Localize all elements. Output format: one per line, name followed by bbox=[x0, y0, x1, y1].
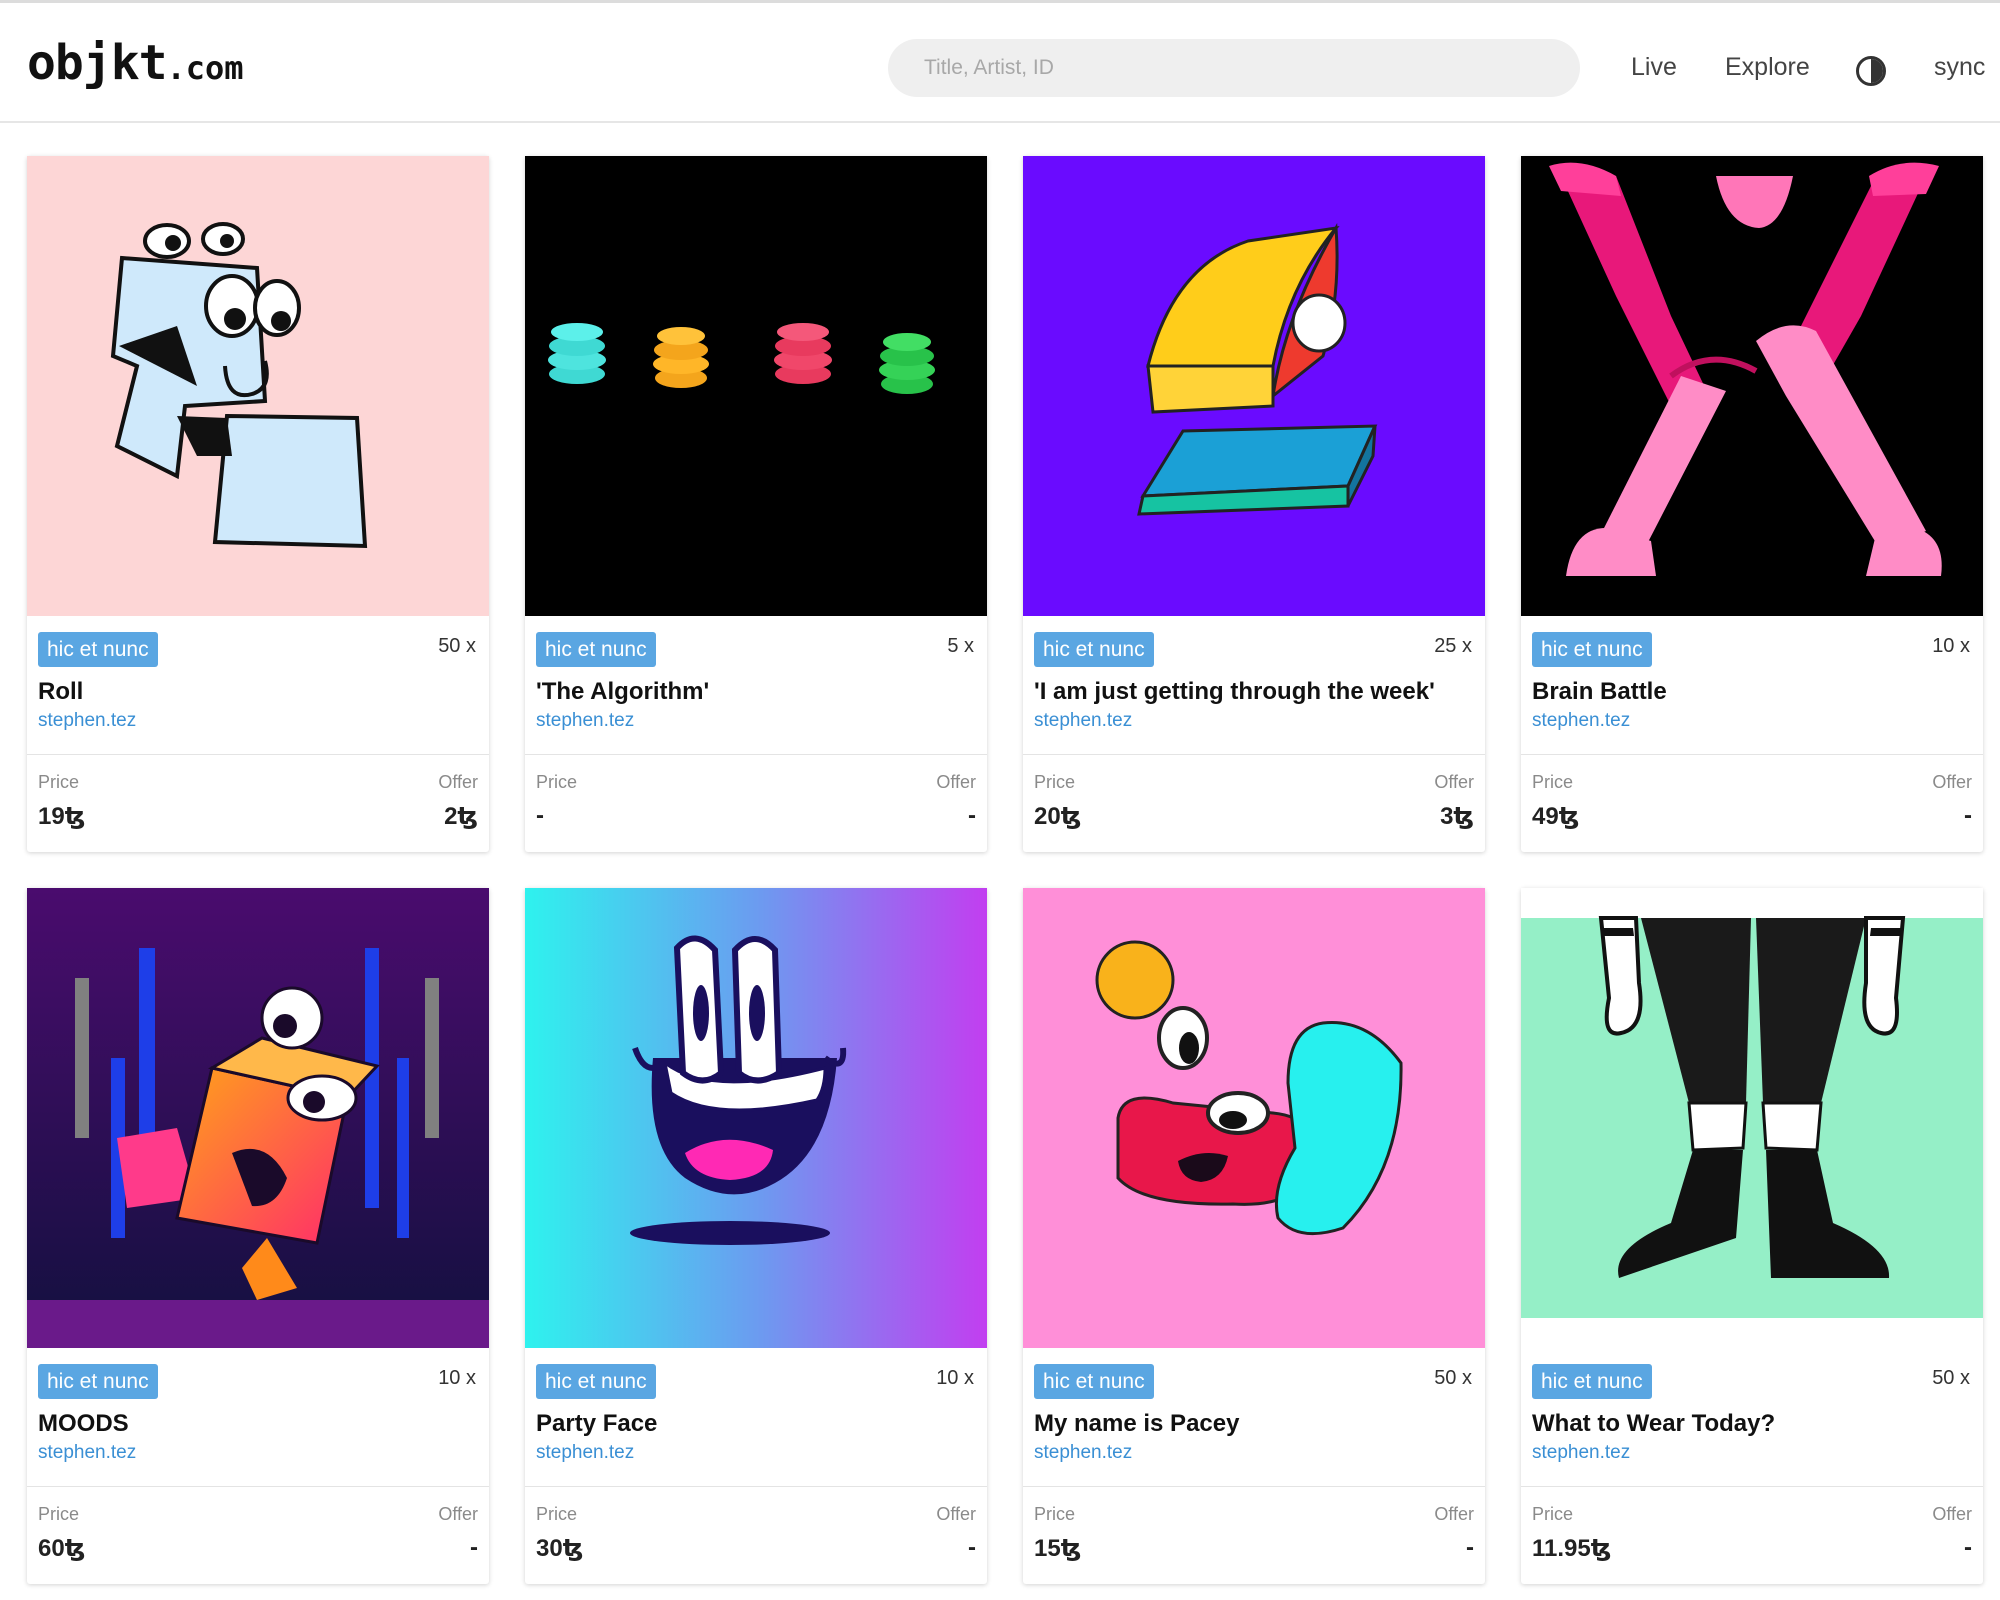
artwork-card[interactable]: hic et nunc 10 x Brain Battle stephen.te… bbox=[1521, 156, 1983, 852]
artwork-title[interactable]: 'I am just getting through the week' bbox=[1034, 678, 1435, 706]
card-divider bbox=[1023, 1486, 1485, 1487]
editions-count: 50 x bbox=[1932, 1367, 1970, 1389]
offer-label: Offer bbox=[1434, 1504, 1474, 1524]
editions-count: 10 x bbox=[1932, 635, 1970, 657]
offer-label: Offer bbox=[936, 1504, 976, 1524]
artwork-card[interactable]: hic et nunc 5 x 'The Algorithm' stephen.… bbox=[525, 156, 987, 852]
artist-link[interactable]: stephen.tez bbox=[1532, 1442, 1630, 1464]
site-header: objkt.com Live Explore sync bbox=[0, 3, 2000, 123]
platform-badge[interactable]: hic et nunc bbox=[1034, 1364, 1154, 1399]
artwork-thumbnail[interactable] bbox=[27, 888, 489, 1348]
artwork-card[interactable]: hic et nunc 10 x Party Face stephen.tez … bbox=[525, 888, 987, 1584]
price-value: 19ꜩ bbox=[38, 803, 86, 830]
artwork-title[interactable]: Party Face bbox=[536, 1410, 657, 1438]
offer-label: Offer bbox=[1932, 772, 1972, 792]
artwork-thumbnail[interactable] bbox=[1023, 156, 1485, 616]
card-divider bbox=[27, 754, 489, 755]
logo-suffix: .com bbox=[166, 49, 244, 87]
artwork-thumbnail[interactable] bbox=[1521, 888, 1983, 1348]
artist-link[interactable]: stephen.tez bbox=[1532, 710, 1630, 732]
artist-link[interactable]: stephen.tez bbox=[536, 710, 634, 732]
price-label: Price bbox=[38, 1504, 80, 1524]
search-input[interactable] bbox=[888, 39, 1580, 97]
artwork-thumbnail[interactable] bbox=[525, 156, 987, 616]
price-value: - bbox=[536, 802, 544, 829]
offer-value: 2ꜩ bbox=[444, 803, 478, 830]
artwork-title[interactable]: My name is Pacey bbox=[1034, 1410, 1239, 1438]
offer-label: Offer bbox=[438, 1504, 478, 1524]
offer-value: - bbox=[1964, 1534, 1972, 1561]
offer-value: - bbox=[470, 1534, 478, 1561]
offer-value: - bbox=[968, 1534, 976, 1561]
site-logo[interactable]: objkt.com bbox=[27, 35, 244, 91]
artwork-title[interactable]: 'The Algorithm' bbox=[536, 678, 709, 706]
card-divider bbox=[1521, 1486, 1983, 1487]
artwork-thumbnail[interactable] bbox=[525, 888, 987, 1348]
artwork-card[interactable]: hic et nunc 50 x Roll stephen.tez Price … bbox=[27, 156, 489, 852]
logo-main: objkt bbox=[27, 35, 167, 91]
artwork-card[interactable]: hic et nunc 10 x MOODS stephen.tez Price… bbox=[27, 888, 489, 1584]
platform-badge[interactable]: hic et nunc bbox=[1532, 1364, 1652, 1399]
platform-badge[interactable]: hic et nunc bbox=[38, 632, 158, 667]
offer-label: Offer bbox=[1434, 772, 1474, 792]
artist-link[interactable]: stephen.tez bbox=[1034, 710, 1132, 732]
price-value: 11.95ꜩ bbox=[1532, 1535, 1612, 1562]
artist-link[interactable]: stephen.tez bbox=[38, 1442, 136, 1464]
artwork-thumbnail[interactable] bbox=[27, 156, 489, 616]
artwork-title[interactable]: MOODS bbox=[38, 1410, 129, 1438]
artist-link[interactable]: stephen.tez bbox=[536, 1442, 634, 1464]
price-value: 15ꜩ bbox=[1034, 1535, 1082, 1562]
price-label: Price bbox=[1034, 772, 1076, 792]
offer-label: Offer bbox=[1932, 1504, 1972, 1524]
card-divider bbox=[525, 754, 987, 755]
price-label: Price bbox=[536, 772, 578, 792]
artwork-card[interactable]: hic et nunc 50 x My name is Pacey stephe… bbox=[1023, 888, 1485, 1584]
card-divider bbox=[1023, 754, 1485, 755]
price-value: 49ꜩ bbox=[1532, 803, 1580, 830]
platform-badge[interactable]: hic et nunc bbox=[536, 632, 656, 667]
offer-label: Offer bbox=[936, 772, 976, 792]
artist-link[interactable]: stephen.tez bbox=[38, 710, 136, 732]
offer-label: Offer bbox=[438, 772, 478, 792]
artwork-title[interactable]: What to Wear Today? bbox=[1532, 1410, 1775, 1438]
artwork-thumbnail[interactable] bbox=[1023, 888, 1485, 1348]
price-label: Price bbox=[1532, 772, 1574, 792]
platform-badge[interactable]: hic et nunc bbox=[38, 1364, 158, 1399]
platform-badge[interactable]: hic et nunc bbox=[1532, 632, 1652, 667]
nav-live-link[interactable]: Live bbox=[1631, 53, 1677, 82]
editions-count: 10 x bbox=[438, 1367, 476, 1389]
price-label: Price bbox=[1034, 1504, 1076, 1524]
card-divider bbox=[27, 1486, 489, 1487]
editions-count: 10 x bbox=[936, 1367, 974, 1389]
offer-value: - bbox=[1964, 802, 1972, 829]
price-value: 30ꜩ bbox=[536, 1535, 584, 1562]
platform-badge[interactable]: hic et nunc bbox=[536, 1364, 656, 1399]
artwork-thumbnail[interactable] bbox=[1521, 156, 1983, 616]
sync-button[interactable]: sync bbox=[1934, 53, 1985, 82]
artwork-card[interactable]: hic et nunc 50 x What to Wear Today? ste… bbox=[1521, 888, 1983, 1584]
price-value: 60ꜩ bbox=[38, 1535, 86, 1562]
artwork-title[interactable]: Roll bbox=[38, 678, 83, 706]
editions-count: 50 x bbox=[438, 635, 476, 657]
editions-count: 25 x bbox=[1434, 635, 1472, 657]
nav-explore-link[interactable]: Explore bbox=[1725, 53, 1810, 82]
price-label: Price bbox=[38, 772, 80, 792]
price-label: Price bbox=[1532, 1504, 1574, 1524]
editions-count: 5 x bbox=[947, 635, 974, 657]
card-divider bbox=[1521, 754, 1983, 755]
artist-link[interactable]: stephen.tez bbox=[1034, 1442, 1132, 1464]
artwork-title[interactable]: Brain Battle bbox=[1532, 678, 1667, 706]
offer-value: 3ꜩ bbox=[1440, 803, 1474, 830]
contrast-icon[interactable] bbox=[1856, 56, 1886, 86]
card-divider bbox=[525, 1486, 987, 1487]
price-value: 20ꜩ bbox=[1034, 803, 1082, 830]
offer-value: - bbox=[1466, 1534, 1474, 1561]
offer-value: - bbox=[968, 802, 976, 829]
price-label: Price bbox=[536, 1504, 578, 1524]
editions-count: 50 x bbox=[1434, 1367, 1472, 1389]
artwork-card[interactable]: hic et nunc 25 x 'I am just getting thro… bbox=[1023, 156, 1485, 852]
platform-badge[interactable]: hic et nunc bbox=[1034, 632, 1154, 667]
